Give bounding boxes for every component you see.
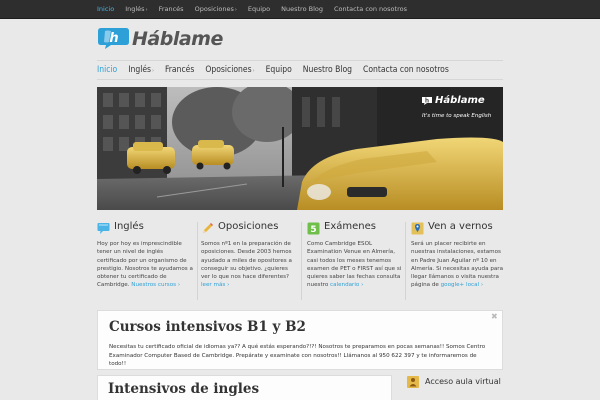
aula-virtual-link[interactable]: Acceso aula virtual: [404, 374, 503, 400]
notice-box: Cursos intensivos B1 y B2 Necesitas tu c…: [97, 310, 503, 370]
divider: [197, 222, 198, 300]
caret-right-icon: ›: [252, 68, 255, 74]
top-nav-frances[interactable]: Francés: [159, 0, 184, 19]
divider: [405, 222, 406, 300]
map-pin-icon: [411, 222, 424, 235]
svg-text:h: h: [109, 31, 118, 46]
top-nav: Inicio Inglés› Francés Oposiciones› Equi…: [97, 0, 418, 19]
leer-mas-link[interactable]: leer más ›: [201, 282, 229, 288]
top-nav-inicio[interactable]: Inicio: [97, 0, 114, 19]
caret-right-icon: ›: [145, 7, 148, 13]
hero-banner: h Háblame It's time to speak English: [97, 87, 503, 210]
google-local-link[interactable]: google+ local ›: [441, 282, 483, 288]
hero-tagline: It's time to speak English: [422, 113, 492, 119]
speech-bubble-h-icon: h: [422, 97, 432, 105]
feature-examenes: 5 Exámenes Como Cambridge ESOL Examinati…: [307, 221, 402, 289]
nav-contacto[interactable]: Contacta con nosotros: [363, 61, 449, 80]
divider: [301, 222, 302, 300]
calendario-link[interactable]: calendario ›: [330, 282, 363, 288]
svg-text:5: 5: [310, 225, 316, 235]
nuestros-cursos-link[interactable]: Nuestros cursos ›: [131, 282, 180, 288]
feature-columns: Inglés Hoy por hoy es imprescindible ten…: [97, 221, 503, 302]
nav-frances[interactable]: Francés: [165, 61, 194, 80]
intensivos-panel: Intensivos de ingles: [97, 375, 392, 400]
caret-right-icon: ›: [152, 68, 154, 74]
top-nav-blog[interactable]: Nuestro Blog: [281, 0, 323, 19]
intensivos-title: Intensivos de ingles: [108, 381, 260, 397]
feature-ven-a-vernos: Ven a vernos Será un placer recibirte en…: [411, 221, 504, 289]
caret-right-icon: ›: [234, 7, 237, 13]
notice-text: Necesitas tu certificado oficial de idio…: [109, 344, 486, 367]
top-nav-oposiciones[interactable]: Oposiciones›: [195, 0, 237, 19]
nav-blog[interactable]: Nuestro Blog: [303, 61, 352, 80]
notice-title: Cursos intensivos B1 y B2: [109, 319, 306, 335]
speech-bubble-icon: [97, 223, 110, 234]
top-nav-contacto[interactable]: Contacta con nosotros: [334, 0, 407, 19]
top-nav-ingles[interactable]: Inglés›: [125, 0, 147, 19]
top-nav-equipo[interactable]: Equipo: [248, 0, 270, 19]
speech-bubble-h-icon: h: [98, 28, 129, 49]
nav-oposiciones[interactable]: Oposiciones›: [205, 61, 254, 80]
person-key-icon: [407, 376, 419, 388]
close-icon[interactable]: ✖: [491, 312, 498, 321]
top-bar: Inicio Inglés› Francés Oposiciones› Equi…: [0, 0, 600, 19]
nav-equipo[interactable]: Equipo: [266, 61, 292, 80]
logo-text: Háblame: [132, 28, 223, 50]
svg-text:h: h: [425, 98, 429, 105]
nav-inicio[interactable]: Inicio: [97, 61, 117, 80]
main-nav: Inicio Inglés› Francés Oposiciones› Equi…: [97, 60, 503, 80]
nav-ingles[interactable]: Inglés›: [128, 61, 154, 80]
pencil-icon: [203, 223, 213, 233]
feature-oposiciones: Oposiciones Somos nº1 en la preparación …: [201, 221, 292, 289]
feature-ingles: Inglés Hoy por hoy es imprescindible ten…: [97, 221, 193, 289]
number-five-icon: 5: [307, 222, 320, 235]
site-logo[interactable]: h Háblame: [97, 27, 237, 51]
